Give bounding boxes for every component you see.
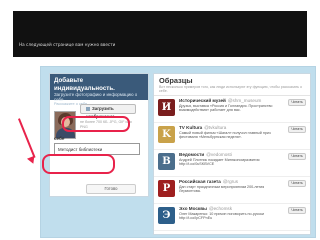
examples-title: Образцы xyxy=(159,76,193,85)
example-handle: @vedomosti xyxy=(206,152,232,157)
example-text: Дан старт праздничным мероприятиям 200-л… xyxy=(179,185,265,194)
example-text: Андрей Плотник покидает Минэкономразвити… xyxy=(179,158,260,167)
follow-button[interactable]: Читать xyxy=(288,99,306,106)
example-name-text: Ведомости xyxy=(179,152,205,157)
profile-panel: Добавьте индивидуальность. Загрузите фот… xyxy=(49,73,149,197)
example-item: Р Российская газета @rgrus Дан старт праз… xyxy=(154,177,310,204)
slide-header-text: На следующей странице вам нужно ввести xyxy=(19,42,116,47)
follow-button[interactable]: Читать xyxy=(288,180,306,187)
example-handle: @shm_museum xyxy=(227,98,262,103)
upload-image-button[interactable]: Загрузить изображение xyxy=(80,104,136,119)
example-name-text: TV Kultura xyxy=(179,125,203,130)
follow-button[interactable]: Читать xyxy=(288,153,306,160)
example-name-text: Эхо Москвы xyxy=(179,206,207,211)
follow-button[interactable]: Читать xyxy=(288,126,306,133)
example-name-text: Российская газета xyxy=(179,179,221,184)
bio-highlight-annotation xyxy=(42,154,115,174)
example-name[interactable]: Исторический музей @shm_museum xyxy=(179,98,261,103)
example-item: В Ведомости @vedomosti Андрей Плотник пок… xyxy=(154,150,310,177)
upload-highlight-annotation xyxy=(62,116,130,132)
profile-panel-title: Добавьте индивидуальность. xyxy=(54,77,115,92)
example-avatar[interactable]: Р xyxy=(158,180,175,197)
annotation-arrow-line xyxy=(18,118,36,158)
example-handle: @rgrus xyxy=(222,179,239,184)
example-avatar[interactable]: И xyxy=(158,99,175,116)
example-text: Самый новый фильм «Шагал» получил главны… xyxy=(179,131,271,140)
example-handle: @echomsk xyxy=(208,206,233,211)
bio-label: себе xyxy=(54,136,65,141)
example-avatar[interactable]: В xyxy=(158,153,175,170)
example-avatar[interactable]: K xyxy=(158,126,175,143)
profile-panel-header: Добавьте индивидуальность. Загрузите фот… xyxy=(50,74,148,106)
slide-header: На следующей странице вам нужно ввести xyxy=(13,11,307,57)
examples-panel: Образцы Вот несколько примеров того, как… xyxy=(153,73,311,235)
example-name-text: Исторический музей xyxy=(179,98,226,103)
follow-button[interactable]: Читать xyxy=(288,207,306,214)
example-item: И Исторический музей @shm_museum Друзья, … xyxy=(154,96,310,123)
example-text: Друзья, выставка «Россия и Голландия. Пр… xyxy=(179,104,273,113)
examples-intro: Вот несколько примеров того, как люди ис… xyxy=(159,85,303,94)
examples-header: Образцы Вот несколько примеров того, как… xyxy=(154,74,310,96)
example-name[interactable]: Эхо Москвы @echomsk xyxy=(179,206,232,211)
done-button[interactable]: Готово xyxy=(86,184,136,194)
example-item: Э Эхо Москвы @echomsk Олег Макаренко: 10 … xyxy=(154,204,310,231)
example-text: Олег Макаренко: 10 причин поговорить по-… xyxy=(179,212,264,221)
example-handle: @tvkultura xyxy=(204,125,227,130)
example-item: K TV Kultura @tvkultura Самый новый фильм… xyxy=(154,123,310,150)
twitter-profile-setup-screen: Добавьте индивидуальность. Загрузите фот… xyxy=(40,66,316,238)
example-name[interactable]: Российская газета @rgrus xyxy=(179,179,238,184)
example-name[interactable]: TV Kultura @tvkultura xyxy=(179,125,226,130)
example-avatar[interactable]: Э xyxy=(158,207,175,224)
upload-icon xyxy=(86,106,90,111)
example-name[interactable]: Ведомости @vedomosti xyxy=(179,152,232,157)
